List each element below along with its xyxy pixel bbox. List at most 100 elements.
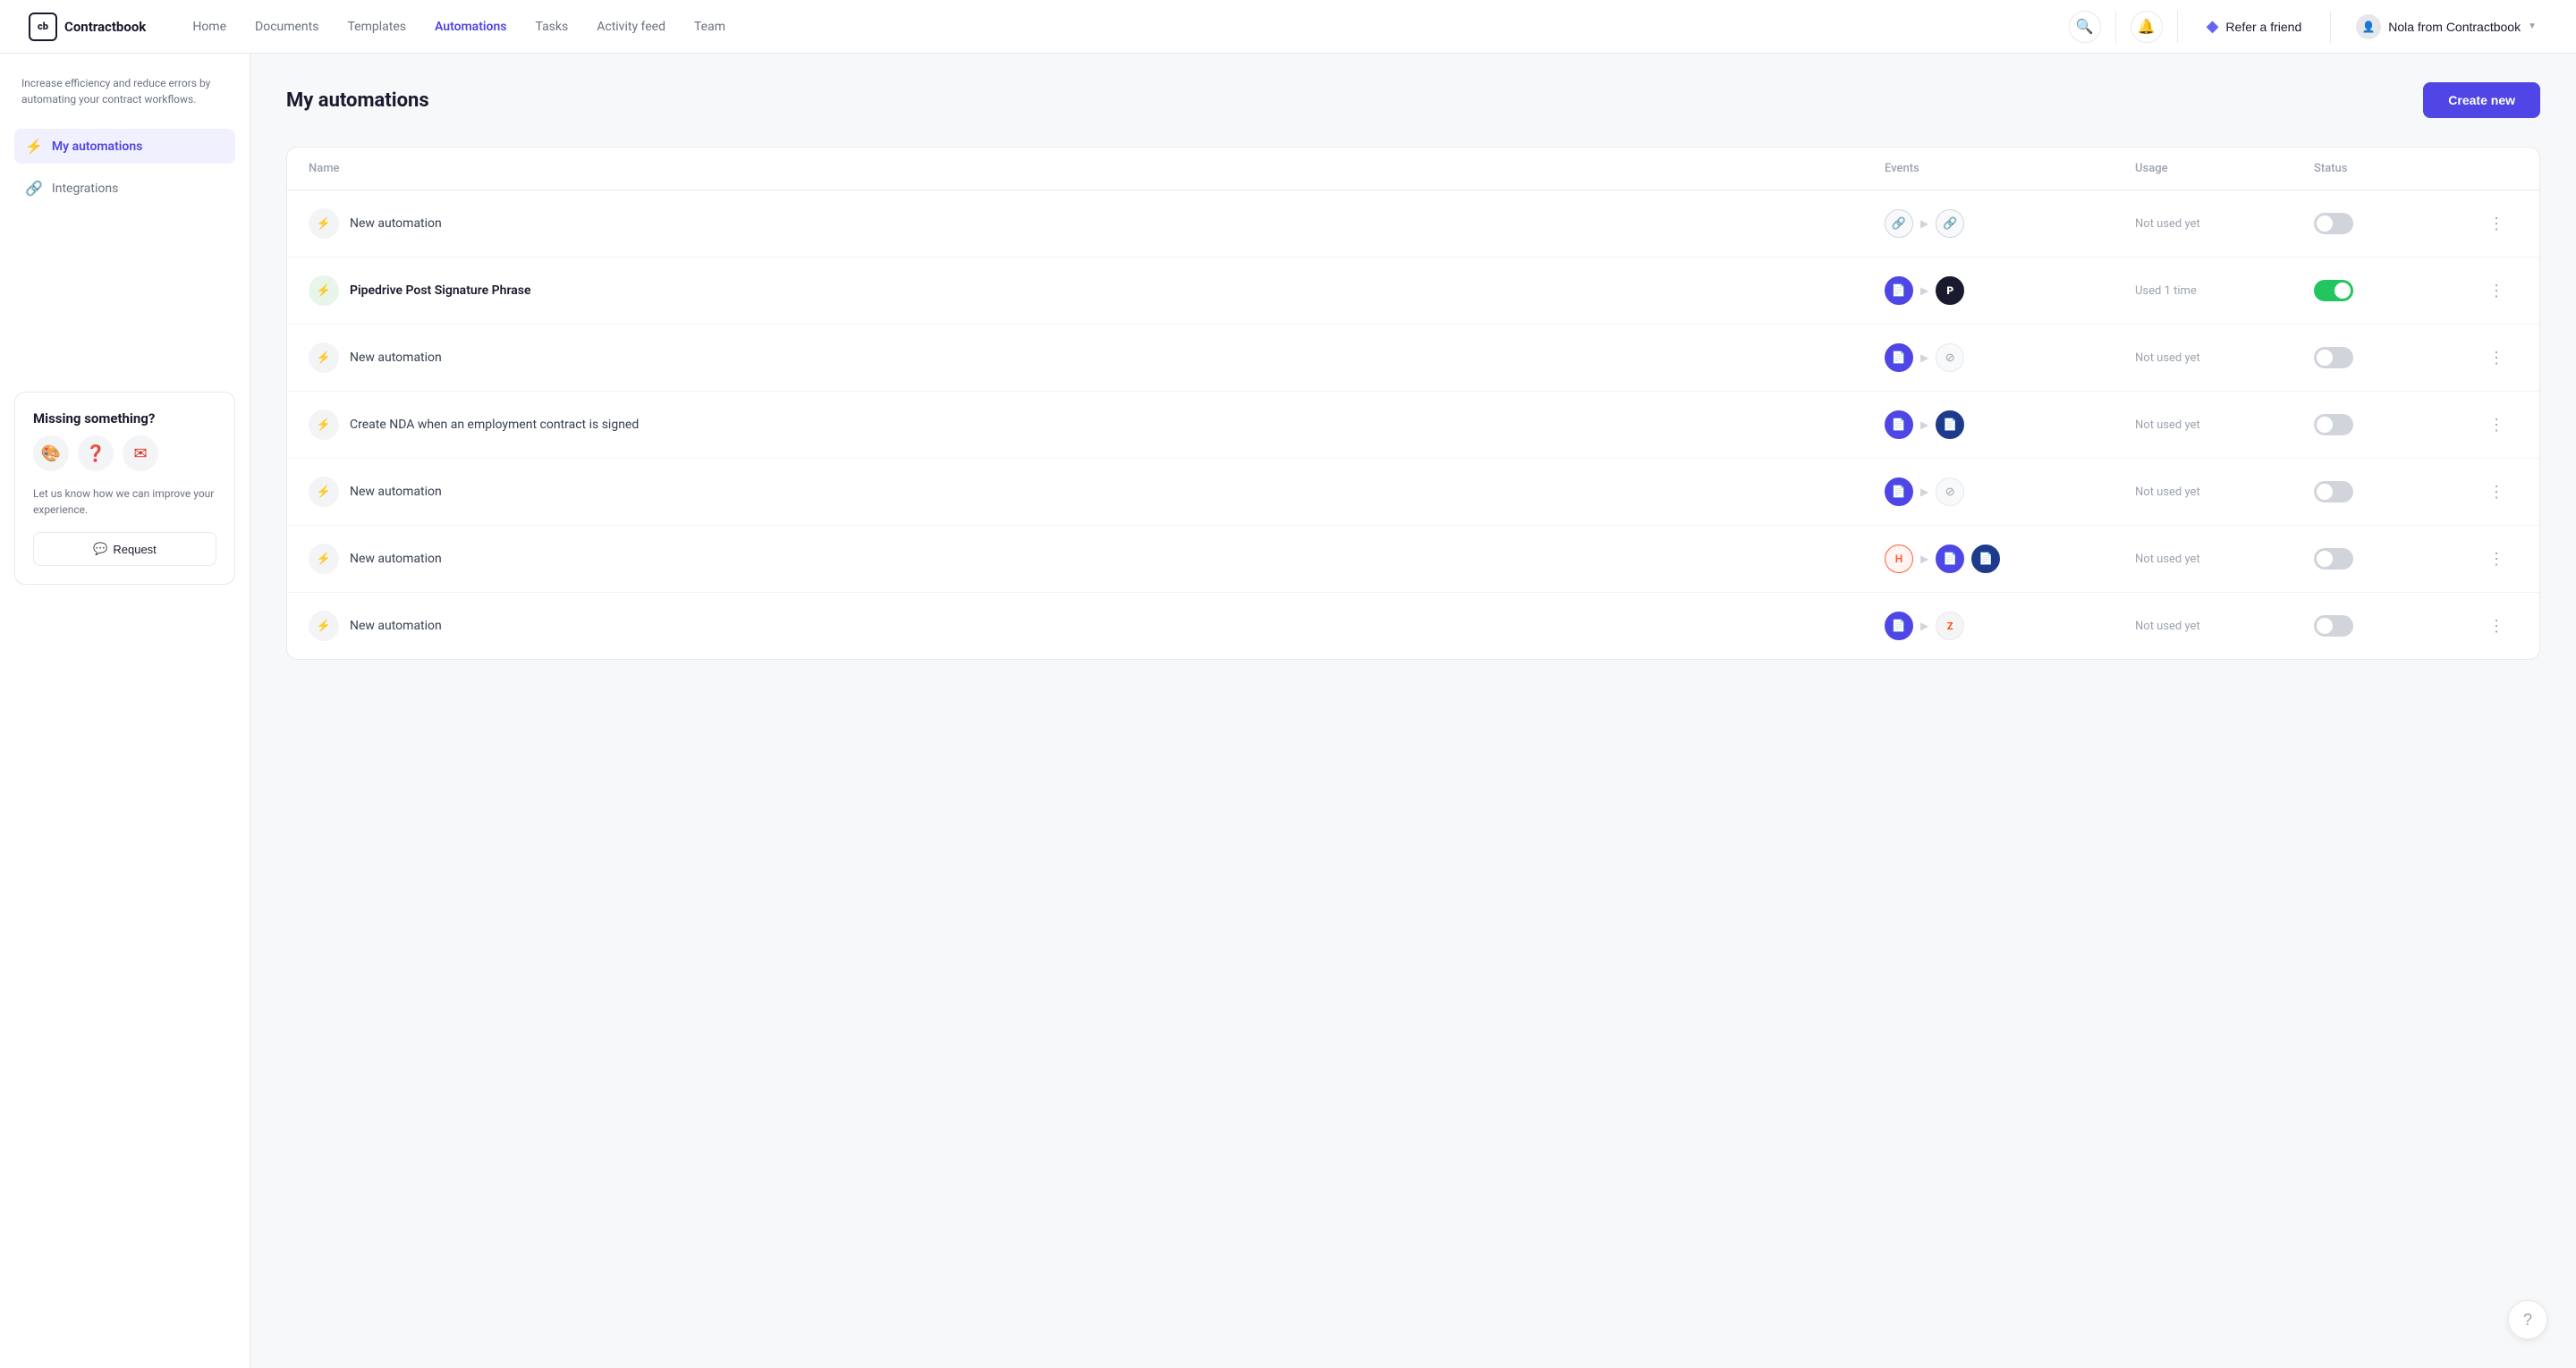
refer-button[interactable]: ◆ Refer a friend (2192, 12, 2317, 41)
automation-toggle[interactable] (2314, 213, 2353, 234)
table-row[interactable]: ⚡ Create NDA when an employment contract… (287, 392, 2539, 459)
row-name-cell: ⚡ New automation (309, 611, 1885, 641)
hubspot-icon: H (1895, 553, 1902, 565)
sidebar: Increase efficiency and reduce errors by… (0, 54, 250, 1368)
search-button[interactable]: 🔍 (2069, 11, 2101, 43)
bolt-icon: ⚡ (317, 486, 331, 499)
event-from-icon: H (1885, 545, 1913, 573)
nav-activity-feed[interactable]: Activity feed (586, 14, 676, 39)
automation-toggle[interactable] (2314, 347, 2353, 368)
event-to-icon: 📄 (1936, 410, 1964, 439)
more-options-button[interactable]: ⋮ (2475, 211, 2518, 237)
chevron-down-icon: ▼ (2528, 21, 2537, 31)
logo[interactable]: cb Contractbook (29, 13, 146, 41)
nav-team[interactable]: Team (683, 14, 736, 39)
automation-name: Create NDA when an employment contract i… (350, 418, 639, 432)
help-button[interactable]: ? (2508, 1300, 2547, 1339)
layout: Increase efficiency and reduce errors by… (0, 54, 2576, 1368)
nav-home[interactable]: Home (182, 14, 237, 39)
events-cell: H ▶ 📄 📄 (1885, 545, 2135, 573)
user-label: Nola from Contractbook (2388, 20, 2521, 34)
nav-automations[interactable]: Automations (424, 14, 518, 39)
more-options-button[interactable]: ⋮ (2475, 412, 2518, 438)
more-options-button[interactable]: ⋮ (2475, 613, 2518, 639)
create-new-button[interactable]: Create new (2423, 82, 2540, 118)
user-menu-button[interactable]: 👤 Nola from Contractbook ▼ (2345, 9, 2547, 45)
usage-text: Not used yet (2135, 418, 2314, 432)
more-options-button[interactable]: ⋮ (2475, 278, 2518, 304)
toggle-cell (2314, 347, 2475, 368)
event-to-icon: ⊘ (1936, 343, 1964, 372)
col-status: Status (2314, 162, 2475, 175)
usage-text: Not used yet (2135, 217, 2314, 231)
nav-links: Home Documents Templates Automations Tas… (182, 14, 2068, 39)
bolt-icon: ⚡ (317, 217, 331, 231)
row-name-cell: ⚡ New automation (309, 477, 1885, 507)
link-icon: 🔗 (25, 180, 43, 197)
more-options-button[interactable]: ⋮ (2475, 546, 2518, 572)
event-arrow-icon: ▶ (1920, 351, 1928, 364)
automation-icon: ⚡ (309, 208, 339, 239)
bolt-icon: ⚡ (317, 553, 331, 566)
zapier-icon: Z (1947, 621, 1953, 632)
nav-divider-3 (2330, 11, 2331, 43)
more-options-button[interactable]: ⋮ (2475, 479, 2518, 505)
table-header: Name Events Usage Status (287, 148, 2539, 190)
event-from-icon: 📄 (1885, 276, 1913, 305)
nav-documents[interactable]: Documents (244, 14, 329, 39)
more-options-button[interactable]: ⋮ (2475, 345, 2518, 371)
row-name-cell: ⚡ New automation (309, 342, 1885, 373)
table-row[interactable]: ⚡ New automation 📄 ▶ ⊘ Not used yet ⋮ (287, 459, 2539, 526)
toggle-slider (2314, 280, 2353, 301)
user-avatar-icon: 👤 (2362, 21, 2376, 33)
automation-icon: ⚡ (309, 611, 339, 641)
toggle-cell (2314, 213, 2475, 234)
automation-toggle[interactable] (2314, 280, 2353, 301)
toggle-slider (2314, 481, 2353, 502)
nav-right: 🔍 🔔 ◆ Refer a friend 👤 Nola from Contrac… (2069, 9, 2547, 45)
table-row[interactable]: ⚡ New automation 🔗 ▶ 🔗 Not used yet ⋮ (287, 190, 2539, 258)
event-arrow-icon: ▶ (1920, 418, 1928, 431)
event-arrow-icon: ▶ (1920, 620, 1928, 632)
table-row[interactable]: ⚡ New automation 📄 ▶ Z Not used yet (287, 593, 2539, 659)
table-row[interactable]: ⚡ Pipedrive Post Signature Phrase 📄 ▶ P … (287, 258, 2539, 325)
events-cell: 📄 ▶ ⊘ (1885, 343, 2135, 372)
events-cell: 📄 ▶ 📄 (1885, 410, 2135, 439)
toggle-cell (2314, 280, 2475, 301)
main-header: My automations Create new (286, 82, 2540, 118)
logo-icon: cb (29, 13, 57, 41)
row-name-cell: ⚡ Create NDA when an employment contract… (309, 410, 1885, 440)
automation-toggle[interactable] (2314, 548, 2353, 570)
bolt-icon: ⚡ (317, 284, 331, 298)
nav-tasks[interactable]: Tasks (524, 14, 579, 39)
notifications-button[interactable]: 🔔 (2131, 11, 2163, 43)
sidebar-description: Increase efficiency and reduce errors by… (14, 75, 235, 122)
chat-icon: 💬 (93, 542, 107, 556)
missing-title: Missing something? (33, 410, 216, 426)
table-row[interactable]: ⚡ New automation 📄 ▶ ⊘ Not used yet ⋮ (287, 325, 2539, 392)
toggle-slider (2314, 347, 2353, 368)
bolt-icon: ⚡ (317, 418, 331, 432)
event-arrow-icon: ▶ (1920, 217, 1928, 230)
automation-toggle[interactable] (2314, 481, 2353, 502)
main-content: My automations Create new Name Events Us… (250, 54, 2576, 1368)
col-actions (2475, 162, 2518, 175)
nav-templates[interactable]: Templates (336, 14, 417, 39)
toggle-cell (2314, 414, 2475, 435)
event-to-icon: P (1936, 276, 1964, 305)
automation-name: New automation (350, 552, 442, 566)
missing-card: Missing something? 🎨 ❓ ✉ Let us know how… (14, 392, 235, 585)
nav-divider-2 (2177, 11, 2178, 43)
event-from-icon: 📄 (1885, 477, 1913, 506)
event-arrow-icon: ▶ (1920, 486, 1928, 498)
row-name-cell: ⚡ New automation (309, 208, 1885, 239)
missing-icons: 🎨 ❓ ✉ (33, 435, 216, 471)
table-row[interactable]: ⚡ New automation H ▶ 📄 📄 Not used yet (287, 526, 2539, 593)
request-button[interactable]: 💬 Request (33, 532, 216, 566)
automation-toggle[interactable] (2314, 414, 2353, 435)
missing-icon-gmail: ✉ (123, 435, 158, 471)
sidebar-item-integrations[interactable]: 🔗 Integrations (14, 171, 235, 206)
sidebar-item-automations[interactable]: ⚡ My automations (14, 129, 235, 164)
automation-toggle[interactable] (2314, 615, 2353, 637)
automation-name: New automation (350, 350, 442, 365)
